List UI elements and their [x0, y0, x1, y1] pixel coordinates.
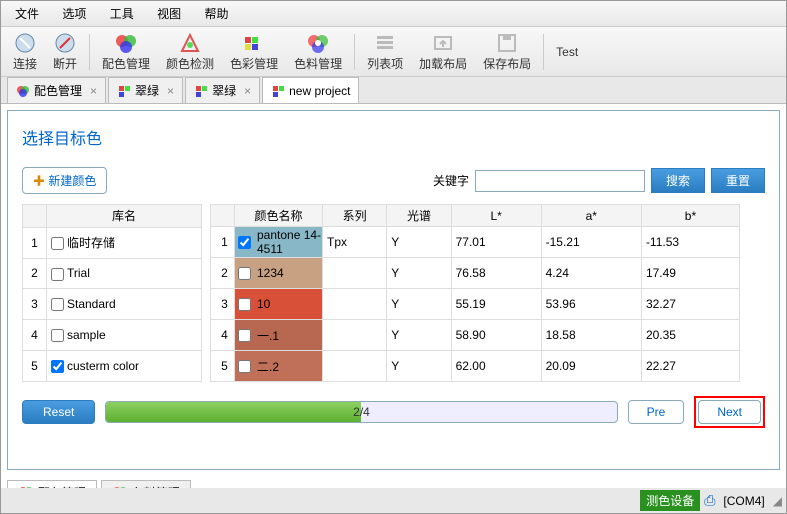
library-row[interactable]: 4sample [23, 320, 202, 351]
tab-icon [16, 84, 30, 98]
menu-file[interactable]: 文件 [5, 3, 49, 24]
library-row[interactable]: 1临时存储 [23, 227, 202, 258]
load-icon [431, 31, 455, 55]
search-button[interactable]: 搜索 [651, 168, 705, 193]
save-layout-button[interactable]: 保存布局 [475, 29, 539, 74]
color-checkbox[interactable] [238, 267, 251, 280]
lib-checkbox[interactable] [51, 268, 64, 281]
color-mgmt2-button[interactable]: 色彩管理 [222, 29, 286, 74]
color-row[interactable]: 4一.1Y58.9018.5820.35 [211, 320, 740, 351]
color-checkbox[interactable] [238, 329, 251, 342]
resize-handle-icon: ◢ [773, 494, 782, 508]
color-wheel-icon [114, 31, 138, 55]
port-label: [COM4] [719, 494, 768, 508]
tab-green-2[interactable]: 翠绿× [185, 77, 260, 103]
menu-help[interactable]: 帮助 [194, 3, 238, 24]
color-row[interactable]: 310Y55.1953.9632.27 [211, 289, 740, 320]
next-button[interactable]: Next [698, 400, 761, 424]
connect-icon [13, 31, 37, 55]
tab-green-1[interactable]: 翠绿× [108, 77, 183, 103]
panel-title: 选择目标色 [22, 125, 765, 149]
tab-bar: 配色管理× 翠绿× 翠绿× new project [1, 77, 786, 104]
color-row[interactable]: 21234Y76.584.2417.49 [211, 258, 740, 289]
tab-icon [271, 84, 285, 98]
plus-icon: ✚ [33, 174, 45, 188]
tab-close-icon[interactable]: × [86, 84, 97, 98]
pre-button[interactable]: Pre [628, 400, 685, 424]
lib-checkbox[interactable] [51, 360, 64, 373]
tab-close-icon[interactable]: × [240, 84, 251, 98]
test-button[interactable]: Test [548, 43, 586, 61]
usb-icon: ⎙ [704, 492, 715, 509]
menu-options[interactable]: 选项 [52, 3, 96, 24]
color-row[interactable]: 1pantone 14-4511TpxY77.01-15.21-11.53 [211, 227, 740, 258]
save-icon [495, 31, 519, 55]
connect-button[interactable]: 连接 [5, 29, 45, 74]
progress-text: 2/4 [106, 405, 616, 419]
tab-color-mgmt[interactable]: 配色管理× [7, 77, 106, 103]
list-items-button[interactable]: 列表项 [359, 29, 411, 74]
keyword-label: 关键字 [433, 172, 469, 189]
library-table: 库名 1临时存储2Trial3Standard4sample5custerm c… [22, 204, 202, 382]
new-color-button[interactable]: ✚ 新建颜色 [22, 167, 107, 194]
library-row[interactable]: 3Standard [23, 289, 202, 320]
lib-checkbox[interactable] [51, 237, 64, 250]
color-row[interactable]: 5二.2Y62.0020.0922.27 [211, 351, 740, 382]
color-checkbox[interactable] [238, 298, 251, 311]
main-panel: 选择目标色 ✚ 新建颜色 关键字 搜索 重置 库名 1临时存储2Trial3St… [7, 110, 780, 470]
reset-button[interactable]: Reset [22, 400, 95, 424]
disconnect-button[interactable]: 断开 [45, 29, 85, 74]
disconnect-icon [53, 31, 77, 55]
tab-icon [117, 84, 131, 98]
lib-header: 库名 [47, 205, 202, 228]
menu-view[interactable]: 视图 [147, 3, 191, 24]
menu-tools[interactable]: 工具 [100, 3, 144, 24]
palette-icon [242, 31, 266, 55]
device-status: 测色设备 [640, 490, 700, 511]
keyword-input[interactable] [475, 170, 645, 192]
color-detect-button[interactable]: 颜色检测 [158, 29, 222, 74]
lib-checkbox[interactable] [51, 329, 64, 342]
toolbar: 连接 断开 配色管理 颜色检测 色彩管理 色料管理 列表项 加载布局 保存布局 … [1, 27, 786, 77]
color-checkbox[interactable] [238, 236, 251, 249]
lib-checkbox[interactable] [51, 298, 64, 311]
list-icon [373, 31, 397, 55]
color-checkbox[interactable] [238, 360, 251, 373]
menu-bar: 文件 选项 工具 视图 帮助 [1, 1, 786, 27]
library-row[interactable]: 5custerm color [23, 351, 202, 382]
reset-search-button[interactable]: 重置 [711, 168, 765, 193]
status-bar: 测色设备 ⎙ [COM4] ◢ [1, 488, 786, 513]
material-mgmt-button[interactable]: 色料管理 [286, 29, 350, 74]
detect-icon [178, 31, 202, 55]
color-mgmt-button[interactable]: 配色管理 [94, 29, 158, 74]
tab-icon [194, 84, 208, 98]
tab-close-icon[interactable]: × [163, 84, 174, 98]
progress-bar: 2/4 [105, 401, 617, 423]
color-table: 颜色名称 系列 光谱 L* a* b* 1pantone 14-4511TpxY… [210, 204, 740, 382]
load-layout-button[interactable]: 加载布局 [411, 29, 475, 74]
tab-new-project[interactable]: new project [262, 77, 359, 103]
material-icon [306, 31, 330, 55]
library-row[interactable]: 2Trial [23, 258, 202, 289]
